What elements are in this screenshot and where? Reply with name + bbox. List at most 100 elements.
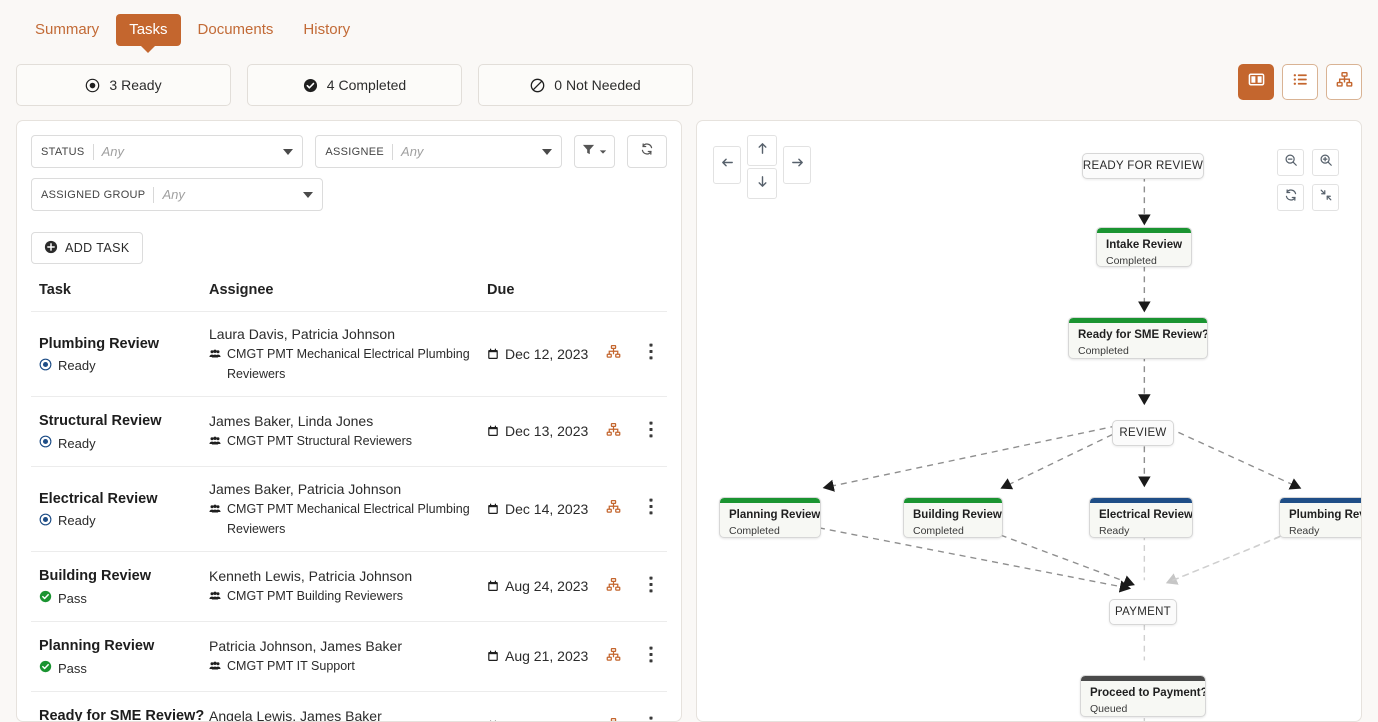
task-table: Task Assignee Due Plumbing Review Ready La… [17,282,681,722]
diagram-stage-ready-for-review-label: READY FOR REVIEW [1082,160,1204,172]
diagram-zoom-in-button[interactable] [1312,149,1339,176]
divider [392,143,394,160]
node-status-bar [1280,498,1361,503]
view-toggle-list-button[interactable] [1282,64,1318,100]
assigned-group-filter-select[interactable]: ASSIGNED GROUP Any [31,178,323,211]
task-menu-button[interactable] [649,343,653,360]
diagram-node-proceed-to-payment-title: Proceed to Payment? [1090,687,1206,699]
diagram-stage-review[interactable]: REVIEW [1112,420,1174,446]
status-filter-select[interactable]: STATUS Any [31,135,304,168]
due-date: Dec 12, 2023 [487,344,592,365]
diagram-node-plumbing-review-title: Plumbing Rev [1289,509,1361,521]
task-name: Electrical Review [39,490,158,507]
list-icon [1292,71,1309,93]
chevron-down-icon [599,143,607,161]
calendar-icon [487,716,499,721]
ready-circle-icon [85,78,100,93]
task-name: Plumbing Review [39,335,160,352]
calendar-icon [487,421,499,442]
diagram-pan-right-button[interactable] [783,146,811,184]
status-chip-completed[interactable]: 4 Completed [247,64,462,106]
diagram-pan-down-button[interactable] [747,168,777,199]
plus-circle-icon [44,240,58,257]
diagram-pan-left-button[interactable] [713,146,741,184]
view-toggle-split-button[interactable] [1238,64,1274,100]
group-icon [209,344,221,366]
task-workflow-button[interactable] [606,499,621,514]
view-toggle-diagram-button[interactable] [1326,64,1362,100]
diagram-fit-button[interactable] [1312,184,1339,211]
node-status-bar [1069,318,1207,323]
diagram-node-ready-for-sme-review-title: Ready for SME Review? [1078,329,1208,341]
calendar-icon [487,646,499,667]
task-status: Ready [39,435,209,451]
task-menu-button[interactable] [649,498,653,515]
status-chip-not-needed-label: 0 Not Needed [554,77,641,93]
task-workflow-button[interactable] [606,344,621,359]
task-menu-button[interactable] [649,576,653,593]
diagram-reset-button[interactable] [1277,184,1304,211]
node-status-bar [1081,676,1205,681]
table-row[interactable]: Plumbing Review Ready Laura Davis, Patrici… [31,312,667,397]
task-workflow-button[interactable] [606,577,621,592]
status-chip-ready[interactable]: 3 Ready [16,64,231,106]
node-status-bar [1090,498,1192,503]
diagram-zoom-out-button[interactable] [1277,149,1304,176]
task-menu-button[interactable] [649,716,653,722]
diagram-node-proceed-to-payment[interactable]: Proceed to Payment? Queued [1080,675,1206,717]
table-row[interactable]: Building Review Pass Kenneth Lewis, Patric… [31,552,667,622]
task-workflow-button[interactable] [606,647,621,662]
group-icon [209,586,221,608]
column-header-due: Due [487,282,515,298]
diagram-stage-review-label: REVIEW [1119,427,1167,439]
node-status-bar [1097,228,1191,233]
diagram-node-ready-for-sme-review-status: Completed [1078,345,1129,357]
task-status-label: Ready [58,435,96,451]
table-body: Plumbing Review Ready Laura Davis, Patrici… [31,312,667,722]
node-status-bar [720,498,820,503]
diagram-node-electrical-review[interactable]: Electrical Review Ready [1089,497,1193,538]
status-chip-not-needed[interactable]: 0 Not Needed [478,64,693,106]
tab-documents[interactable]: Documents [185,14,287,46]
diagram-node-ready-for-sme-review[interactable]: Ready for SME Review? Completed [1068,317,1208,359]
tab-history[interactable]: History [290,14,363,46]
diagram-stage-ready-for-review[interactable]: READY FOR REVIEW [1082,153,1204,179]
assignee-group-label: CMGT PMT Structural Reviewers [227,433,412,448]
diagram-node-building-review[interactable]: Building Review Completed [903,497,1003,538]
assignee-filter-select[interactable]: ASSIGNEE Any [315,135,562,168]
tab-summary-label: Summary [35,21,100,38]
assignee-group: CMGT PMT IT Support [209,656,487,678]
diagram-pan-up-button[interactable] [747,135,777,166]
diagram-node-plumbing-review[interactable]: Plumbing Rev Ready [1279,497,1361,538]
diagram-node-planning-review[interactable]: Planning Review Completed [719,497,821,538]
add-task-button[interactable]: ADD TASK [31,232,143,264]
assignee-names: Patricia Johnson, James Baker [209,637,402,654]
diagram-stage-payment-label: PAYMENT [1115,606,1171,618]
table-row[interactable]: Electrical Review Ready James Baker, Patri… [31,467,667,552]
task-workflow-button[interactable] [606,717,621,721]
check-circle-icon [303,78,318,93]
funnel-icon [582,143,595,161]
diagram-stage-payment[interactable]: PAYMENT [1109,599,1177,625]
filter-menu-button[interactable] [573,135,615,168]
task-workflow-button[interactable] [606,422,621,437]
refresh-tasks-button[interactable] [627,135,667,168]
table-row[interactable]: Structural Review Ready James Baker, Linda… [31,397,667,467]
tab-summary[interactable]: Summary [22,14,112,46]
task-status: Ready [39,513,209,529]
due-date-label: Dec 13, 2023 [505,423,589,439]
diagram-canvas[interactable]: READY FOR REVIEW REVIEW PAYMENT Intake R… [697,121,1361,721]
tab-tasks[interactable]: Tasks [116,14,181,46]
diagram-node-plumbing-review-status: Ready [1289,525,1320,537]
task-menu-button[interactable] [649,646,653,663]
table-row[interactable]: Planning Review Pass Patricia Johnson, Jam… [31,622,667,692]
ready-circle-icon [39,435,52,451]
diagram-node-intake-review[interactable]: Intake Review Completed [1096,227,1192,267]
diagram-nav-pad [713,135,811,199]
column-header-assignee: Assignee [209,282,274,298]
diagram-node-intake-review-title: Intake Review [1106,239,1183,251]
due-date: Dec 14, 2023 [487,499,592,520]
task-menu-button[interactable] [649,421,653,438]
table-row[interactable]: Ready for SME Review?YesAngela Lewis, Ja… [31,692,667,722]
fit-screen-icon [1319,188,1333,207]
